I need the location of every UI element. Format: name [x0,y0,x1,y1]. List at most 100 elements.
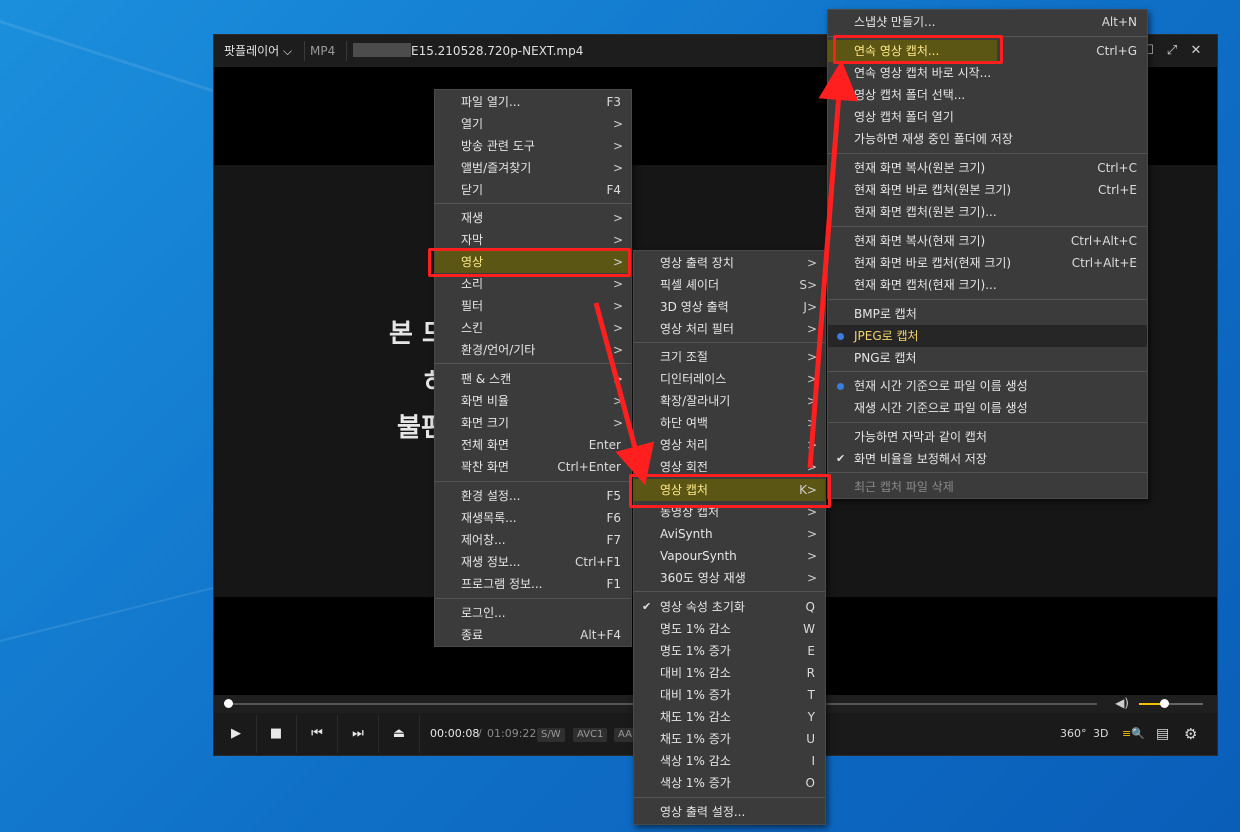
menu-item-crop[interactable]: 확장/잘라내기 > [634,390,825,412]
menu-item-filename-current-time[interactable]: 현재 시간 기준으로 파일 이름 생성 [828,375,1147,397]
menu-item-playlist[interactable]: 재생목록... F6 [435,507,631,529]
menu-separator [828,422,1147,423]
highlight-box-video-capture [629,474,831,508]
main-context-menu: 파일 열기... F3 열기 > 방송 관련 도구 > 앨범/즐겨찾기 > 닫기 F4 재… [434,89,632,647]
menu-item-about[interactable]: 프로그램 정보... F1 [435,573,631,595]
menu-item-broadcast-tools[interactable]: 방송 관련 도구 > [435,135,631,157]
current-time: 00:00:08 [430,727,480,740]
menu-item-saturation-down[interactable]: 채도 1% 감소 Y [634,706,825,728]
menu-item-png-capture[interactable]: PNG로 캡처 [828,347,1147,369]
3d-icon[interactable]: 3D [1093,713,1108,755]
menu-item-filename-play-time[interactable]: 재생 시간 기준으로 파일 이름 생성 [828,397,1147,419]
menu-item-skin[interactable]: 스킨 > [435,317,631,339]
menu-item-fill-screen[interactable]: 꽉찬 화면 Ctrl+Enter [435,456,631,478]
menu-item-save-in-playing-folder[interactable]: 가능하면 재생 중인 폴더에 저장 [828,128,1147,150]
menu-item-360-playback[interactable]: 360도 영상 재생 > [634,567,825,589]
menu-item-hue-up[interactable]: 색상 1% 증가 O [634,772,825,794]
menu-separator [435,203,631,204]
total-time: 01:09:22 [487,727,537,740]
menu-item-resize[interactable]: 크기 조절 > [634,346,825,368]
menu-item-vapoursynth[interactable]: VapourSynth > [634,545,825,567]
menu-item-open-capture-folder[interactable]: 영상 캡처 폴더 열기 [828,106,1147,128]
menu-separator [435,363,631,364]
menu-item-env-lang-etc[interactable]: 환경/언어/기타 > [435,339,631,361]
codec-badge[interactable]: AVC1 [573,728,608,742]
menu-item-reset-video-props[interactable]: ✔ 영상 속성 초기화 Q [634,596,825,618]
menu-item-close[interactable]: 닫기 F4 [435,179,631,201]
previous-icon[interactable]: ⏮ [297,715,338,753]
menu-item-filter[interactable]: 필터 > [435,295,631,317]
menu-item-bmp-capture[interactable]: BMP로 캡처 [828,303,1147,325]
stop-icon[interactable]: ■ [256,715,297,753]
menu-item-continuous-capture-now[interactable]: 연속 영상 캡처 바로 시작... [828,62,1147,84]
menu-item-deinterlace[interactable]: 디인터레이스 > [634,368,825,390]
fullscreen-icon[interactable]: ⤢ [1161,35,1183,67]
menu-item-login[interactable]: 로그인... [435,602,631,624]
menu-item-playback-info[interactable]: 재생 정보... Ctrl+F1 [435,551,631,573]
shortcut-continuous-capture: Ctrl+G [1096,44,1137,58]
menu-item-snapshot[interactable]: 스냅샷 만들기... Alt+N [828,11,1147,33]
menu-item-copy-current[interactable]: 현재 화면 복사(현재 크기) Ctrl+Alt+C [828,230,1147,252]
menu-item-video-output-settings[interactable]: 영상 출력 설정... [634,801,825,823]
menu-item-fullscreen[interactable]: 전체 화면 Enter [435,434,631,456]
menu-item-quick-capture-original[interactable]: 현재 화면 바로 캡처(원본 크기) Ctrl+E [828,179,1147,201]
menu-separator [828,371,1147,372]
menu-item-aspect-ratio[interactable]: 화면 비율 > [435,390,631,412]
menu-item-brightness-down[interactable]: 명도 1% 감소 W [634,618,825,640]
app-menu-button[interactable]: 팟플레이어 ⌵ [224,35,292,67]
close-icon[interactable]: ✕ [1185,35,1207,67]
menu-item-album-favorites[interactable]: 앨범/즐겨찾기 > [435,157,631,179]
menu-item-pan-scan[interactable]: 팬 & 스캔 > [435,368,631,390]
menu-item-bottom-margin[interactable]: 하단 여백 > [634,412,825,434]
menu-item-screen-size[interactable]: 화면 크기 > [435,412,631,434]
menu-item-playback[interactable]: 재생 > [435,207,631,229]
menu-item-video-filter[interactable]: 영상 처리 필터 > [634,318,825,340]
menu-item-copy-original[interactable]: 현재 화면 복사(원본 크기) Ctrl+C [828,157,1147,179]
blurred-filename-part [353,43,411,57]
menu-item-control-panel[interactable]: 제어창... F7 [435,529,631,551]
volume-slider[interactable] [1139,703,1203,705]
menu-item-open-file[interactable]: 파일 열기... F3 [435,91,631,113]
playlist-search-icon[interactable]: ≡🔍 [1122,713,1145,755]
menu-item-capture-with-subtitles[interactable]: 가능하면 자막과 같이 캡처 [828,426,1147,448]
radio-selected-icon [837,333,844,340]
gear-icon[interactable]: ⚙ [1184,713,1197,755]
radio-selected-icon [837,383,844,390]
decoder-badge[interactable]: S/W [537,728,565,742]
menu-item-brightness-up[interactable]: 명도 1% 증가 E [634,640,825,662]
menu-item-pixel-shader[interactable]: 픽셀 셰이더 S> [634,274,825,296]
menu-item-3d-output[interactable]: 3D 영상 출력 J> [634,296,825,318]
list-icon[interactable]: ▤ [1156,713,1169,755]
menu-separator [634,591,825,592]
menu-item-video-output-device[interactable]: 영상 출력 장치 > [634,252,825,274]
menu-item-saturation-up[interactable]: 채도 1% 증가 U [634,728,825,750]
menu-separator [828,472,1147,473]
menu-item-contrast-down[interactable]: 대비 1% 감소 R [634,662,825,684]
menu-item-open[interactable]: 열기 > [435,113,631,135]
divider [346,41,347,61]
seek-knob[interactable] [224,699,233,708]
menu-item-video-processing[interactable]: 영상 처리 > [634,434,825,456]
menu-item-select-capture-folder[interactable]: 영상 캡처 폴더 선택... [828,84,1147,106]
menu-separator [634,797,825,798]
eject-icon[interactable]: ⏏ [379,715,420,753]
menu-item-capture-original[interactable]: 현재 화면 캡처(원본 크기)... [828,201,1147,223]
menu-item-correct-aspect-ratio[interactable]: ✔ 화면 비율을 보정해서 저장 [828,448,1147,470]
menu-item-exit[interactable]: 종료 Alt+F4 [435,624,631,646]
menu-item-capture-current[interactable]: 현재 화면 캡처(현재 크기)... [828,274,1147,296]
360-icon[interactable]: 360° [1060,713,1087,755]
menu-item-hue-down[interactable]: 색상 1% 감소 I [634,750,825,772]
play-icon[interactable]: ▶ [216,715,257,753]
menu-item-quick-capture-current[interactable]: 현재 화면 바로 캡처(현재 크기) Ctrl+Alt+E [828,252,1147,274]
menu-separator [435,598,631,599]
highlight-box-continuous-capture [833,35,1003,64]
volume-icon[interactable]: ◀) [1115,696,1129,710]
next-icon[interactable]: ⏭ [338,715,379,753]
volume-knob[interactable] [1160,699,1169,708]
menu-item-jpeg-capture[interactable]: JPEG로 캡처 [828,325,1147,347]
desktop-light-streak [0,20,248,104]
menu-item-contrast-up[interactable]: 대비 1% 증가 T [634,684,825,706]
menu-item-preferences[interactable]: 환경 설정... F5 [435,485,631,507]
menu-separator [828,153,1147,154]
menu-item-avisynth[interactable]: AviSynth > [634,523,825,545]
